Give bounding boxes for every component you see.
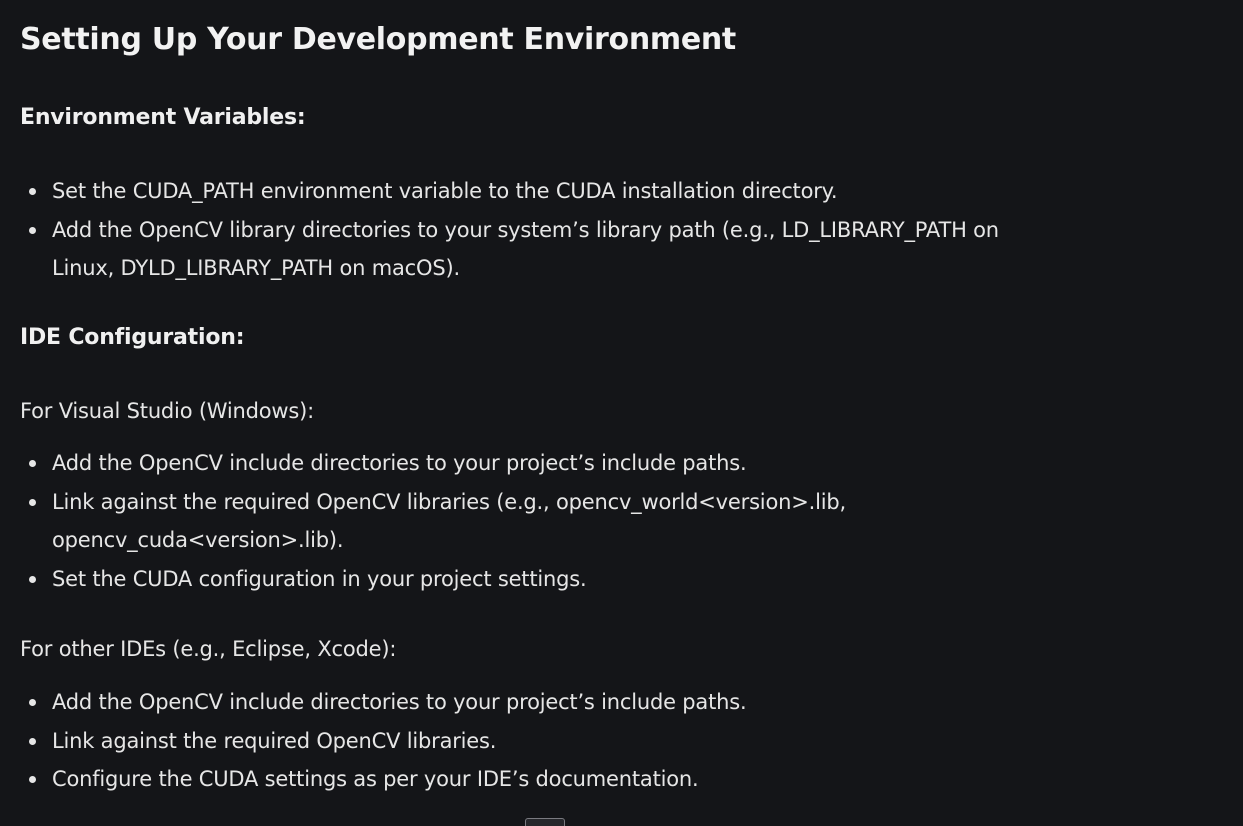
list-item: Add the OpenCV library directories to yo…	[20, 211, 1052, 288]
list-item: Add the OpenCV include directories to yo…	[20, 444, 1060, 483]
visual-studio-intro: For Visual Studio (Windows):	[20, 399, 315, 423]
list-item: Configure the CUDA settings as per your …	[20, 760, 1060, 799]
list-item: Link against the required OpenCV librari…	[20, 483, 902, 560]
list-item: Set the CUDA configuration in your proje…	[20, 560, 1060, 599]
list-item: Link against the required OpenCV librari…	[20, 722, 1060, 761]
list-item: Set the CUDA_PATH environment variable t…	[20, 172, 1060, 211]
page-title: Setting Up Your Development Environment	[20, 22, 736, 57]
scroll-down-button[interactable]	[525, 818, 565, 826]
env-vars-heading: Environment Variables:	[20, 105, 306, 130]
visual-studio-list: Add the OpenCV include directories to yo…	[20, 444, 1060, 598]
ide-config-heading: IDE Configuration:	[20, 325, 245, 350]
env-vars-list: Set the CUDA_PATH environment variable t…	[20, 172, 1060, 288]
other-ides-list: Add the OpenCV include directories to yo…	[20, 683, 1060, 799]
list-item: Add the OpenCV include directories to yo…	[20, 683, 1060, 722]
other-ides-intro: For other IDEs (e.g., Eclipse, Xcode):	[20, 637, 397, 661]
